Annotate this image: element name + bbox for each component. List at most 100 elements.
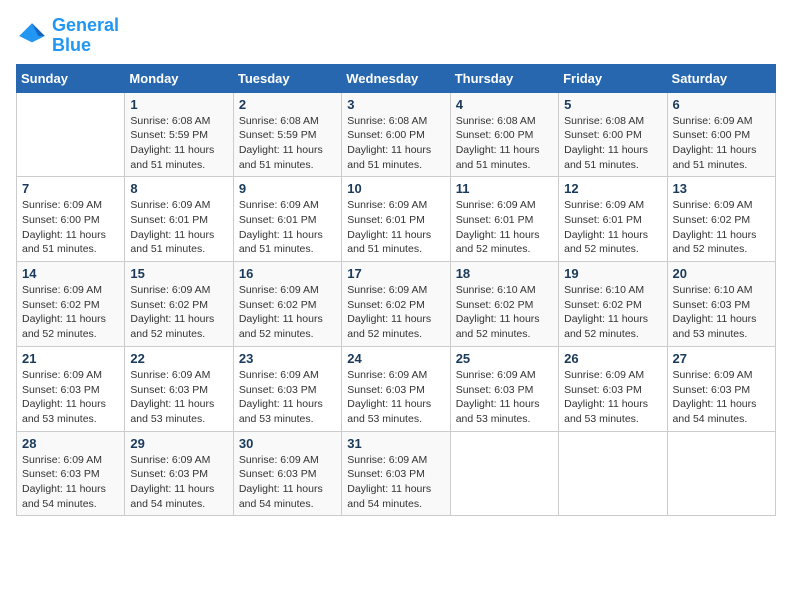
day-number-16: 16 xyxy=(239,266,336,281)
day-number-20: 20 xyxy=(673,266,770,281)
day-info-13: Sunrise: 6:09 AM Sunset: 6:02 PM Dayligh… xyxy=(673,198,770,257)
day-number-22: 22 xyxy=(130,351,227,366)
day-info-20: Sunrise: 6:10 AM Sunset: 6:03 PM Dayligh… xyxy=(673,283,770,342)
day-number-3: 3 xyxy=(347,97,444,112)
weekday-header-thursday: Thursday xyxy=(450,64,558,92)
day-number-5: 5 xyxy=(564,97,661,112)
day-cell-1: 1 Sunrise: 6:08 AM Sunset: 5:59 PM Daylig… xyxy=(125,92,233,177)
day-number-10: 10 xyxy=(347,181,444,196)
day-info-3: Sunrise: 6:08 AM Sunset: 6:00 PM Dayligh… xyxy=(347,114,444,173)
logo: General Blue xyxy=(16,16,119,56)
day-cell-4: 4Sunrise: 6:08 AM Sunset: 6:00 PM Daylig… xyxy=(450,92,558,177)
day-number-4: 4 xyxy=(456,97,553,112)
day-info-10: Sunrise: 6:09 AM Sunset: 6:01 PM Dayligh… xyxy=(347,198,444,257)
day-number-18: 18 xyxy=(456,266,553,281)
day-info-15: Sunrise: 6:09 AM Sunset: 6:02 PM Dayligh… xyxy=(130,283,227,342)
day-cell-27: 27Sunrise: 6:09 AM Sunset: 6:03 PM Dayli… xyxy=(667,346,775,431)
day-number-21: 21 xyxy=(22,351,119,366)
day-cell-17: 17 Sunrise: 6:09 AM Sunset: 6:02 PM Dayli… xyxy=(342,262,450,347)
day-number-30: 30 xyxy=(239,436,336,451)
empty-cell xyxy=(450,431,558,516)
day-cell-10: 10 Sunrise: 6:09 AM Sunset: 6:01 PM Dayli… xyxy=(342,177,450,262)
day-number-8: 8 xyxy=(130,181,227,196)
day-info-5: Sunrise: 6:08 AM Sunset: 6:00 PM Dayligh… xyxy=(564,114,661,173)
day-cell-9: 9Sunrise: 6:09 AM Sunset: 6:01 PM Daylig… xyxy=(233,177,341,262)
day-info-17: Sunrise: 6:09 AM Sunset: 6:02 PM Dayligh… xyxy=(347,283,444,342)
empty-cell xyxy=(559,431,667,516)
day-cell-29: 29Sunrise: 6:09 AM Sunset: 6:03 PM Dayli… xyxy=(125,431,233,516)
day-cell-22: 22Sunrise: 6:09 AM Sunset: 6:03 PM Dayli… xyxy=(125,346,233,431)
day-cell-15: 15 Sunrise: 6:09 AM Sunset: 6:02 PM Dayli… xyxy=(125,262,233,347)
day-number-1: 1 xyxy=(130,97,227,112)
day-cell-20: 20 Sunrise: 6:10 AM Sunset: 6:03 PM Dayli… xyxy=(667,262,775,347)
day-cell-26: 26Sunrise: 6:09 AM Sunset: 6:03 PM Dayli… xyxy=(559,346,667,431)
day-cell-13: 13 Sunrise: 6:09 AM Sunset: 6:02 PM Dayli… xyxy=(667,177,775,262)
day-cell-21: 21Sunrise: 6:09 AM Sunset: 6:03 PM Dayli… xyxy=(17,346,125,431)
day-number-29: 29 xyxy=(130,436,227,451)
day-info-11: Sunrise: 6:09 AM Sunset: 6:01 PM Dayligh… xyxy=(456,198,553,257)
day-number-19: 19 xyxy=(564,266,661,281)
calendar-body: 1 Sunrise: 6:08 AM Sunset: 5:59 PM Daylig… xyxy=(17,92,776,516)
day-cell-16: 16 Sunrise: 6:09 AM Sunset: 6:02 PM Dayli… xyxy=(233,262,341,347)
day-info-1: Sunrise: 6:08 AM Sunset: 5:59 PM Dayligh… xyxy=(130,114,227,173)
weekday-header-sunday: Sunday xyxy=(17,64,125,92)
day-number-25: 25 xyxy=(456,351,553,366)
day-cell-5: 5 Sunrise: 6:08 AM Sunset: 6:00 PM Daylig… xyxy=(559,92,667,177)
day-number-9: 9 xyxy=(239,181,336,196)
day-info-16: Sunrise: 6:09 AM Sunset: 6:02 PM Dayligh… xyxy=(239,283,336,342)
day-number-11: 11 xyxy=(456,181,553,196)
day-cell-12: 12Sunrise: 6:09 AM Sunset: 6:01 PM Dayli… xyxy=(559,177,667,262)
day-cell-23: 23 Sunrise: 6:09 AM Sunset: 6:03 PM Dayli… xyxy=(233,346,341,431)
day-info-24: Sunrise: 6:09 AM Sunset: 6:03 PM Dayligh… xyxy=(347,368,444,427)
day-number-24: 24 xyxy=(347,351,444,366)
calendar-row-2: 14Sunrise: 6:09 AM Sunset: 6:02 PM Dayli… xyxy=(17,262,776,347)
weekday-header-friday: Friday xyxy=(559,64,667,92)
day-cell-25: 25 Sunrise: 6:09 AM Sunset: 6:03 PM Dayli… xyxy=(450,346,558,431)
day-number-17: 17 xyxy=(347,266,444,281)
day-cell-3: 3 Sunrise: 6:08 AM Sunset: 6:00 PM Daylig… xyxy=(342,92,450,177)
day-info-30: Sunrise: 6:09 AM Sunset: 6:03 PM Dayligh… xyxy=(239,453,336,512)
weekday-header-tuesday: Tuesday xyxy=(233,64,341,92)
day-cell-11: 11 Sunrise: 6:09 AM Sunset: 6:01 PM Dayli… xyxy=(450,177,558,262)
logo-text: General Blue xyxy=(52,16,119,56)
calendar-header: SundayMondayTuesdayWednesdayThursdayFrid… xyxy=(17,64,776,92)
day-cell-31: 31 Sunrise: 6:09 AM Sunset: 6:03 PM Dayli… xyxy=(342,431,450,516)
day-number-27: 27 xyxy=(673,351,770,366)
day-info-7: Sunrise: 6:09 AM Sunset: 6:00 PM Dayligh… xyxy=(22,198,119,257)
day-cell-24: 24 Sunrise: 6:09 AM Sunset: 6:03 PM Dayli… xyxy=(342,346,450,431)
calendar-row-4: 28 Sunrise: 6:09 AM Sunset: 6:03 PM Dayli… xyxy=(17,431,776,516)
calendar-row-3: 21 Sunrise: 6:09 AM Sunset: 6:03 PM Dayli… xyxy=(17,346,776,431)
day-cell-8: 8 Sunrise: 6:09 AM Sunset: 6:01 PM Daylig… xyxy=(125,177,233,262)
weekday-header-monday: Monday xyxy=(125,64,233,92)
weekday-header-row: SundayMondayTuesdayWednesdayThursdayFrid… xyxy=(17,64,776,92)
day-cell-6: 6 Sunrise: 6:09 AM Sunset: 6:00 PM Daylig… xyxy=(667,92,775,177)
day-cell-18: 18Sunrise: 6:10 AM Sunset: 6:02 PM Dayli… xyxy=(450,262,558,347)
day-number-31: 31 xyxy=(347,436,444,451)
day-info-2: Sunrise: 6:08 AM Sunset: 5:59 PM Dayligh… xyxy=(239,114,336,173)
day-info-23: Sunrise: 6:09 AM Sunset: 6:03 PM Dayligh… xyxy=(239,368,336,427)
day-number-6: 6 xyxy=(673,97,770,112)
day-cell-7: 7Sunrise: 6:09 AM Sunset: 6:00 PM Daylig… xyxy=(17,177,125,262)
day-number-23: 23 xyxy=(239,351,336,366)
day-cell-28: 28Sunrise: 6:09 AM Sunset: 6:03 PM Dayli… xyxy=(17,431,125,516)
day-number-13: 13 xyxy=(673,181,770,196)
day-number-12: 12 xyxy=(564,181,661,196)
logo-blue: Blue xyxy=(52,35,91,55)
day-info-31: Sunrise: 6:09 AM Sunset: 6:03 PM Dayligh… xyxy=(347,453,444,512)
logo-general: General xyxy=(52,15,119,35)
day-cell-14: 14Sunrise: 6:09 AM Sunset: 6:02 PM Dayli… xyxy=(17,262,125,347)
calendar-row-1: 7Sunrise: 6:09 AM Sunset: 6:00 PM Daylig… xyxy=(17,177,776,262)
day-number-15: 15 xyxy=(130,266,227,281)
day-info-6: Sunrise: 6:09 AM Sunset: 6:00 PM Dayligh… xyxy=(673,114,770,173)
day-number-28: 28 xyxy=(22,436,119,451)
day-info-25: Sunrise: 6:09 AM Sunset: 6:03 PM Dayligh… xyxy=(456,368,553,427)
day-number-26: 26 xyxy=(564,351,661,366)
weekday-header-saturday: Saturday xyxy=(667,64,775,92)
empty-cell xyxy=(17,92,125,177)
day-info-8: Sunrise: 6:09 AM Sunset: 6:01 PM Dayligh… xyxy=(130,198,227,257)
day-cell-19: 19Sunrise: 6:10 AM Sunset: 6:02 PM Dayli… xyxy=(559,262,667,347)
day-number-2: 2 xyxy=(239,97,336,112)
day-cell-2: 2 Sunrise: 6:08 AM Sunset: 5:59 PM Daylig… xyxy=(233,92,341,177)
empty-cell xyxy=(667,431,775,516)
calendar-table: SundayMondayTuesdayWednesdayThursdayFrid… xyxy=(16,64,776,517)
